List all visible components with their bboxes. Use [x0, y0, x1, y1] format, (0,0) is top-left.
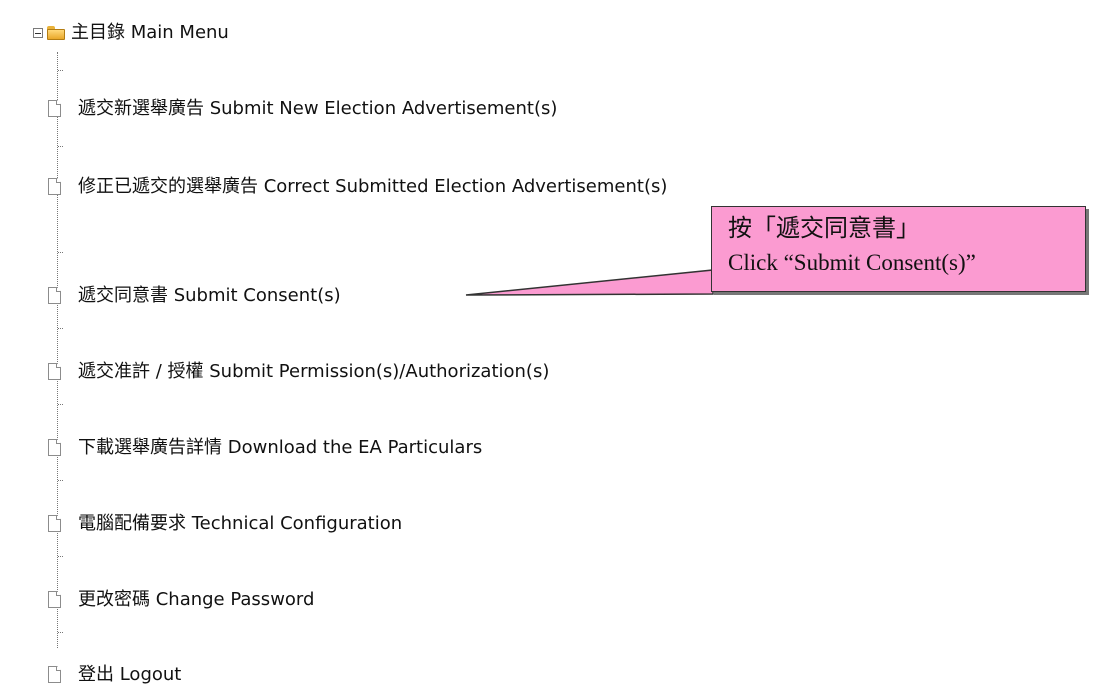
callout-text-english: Click “Submit Consent(s)”: [728, 250, 976, 275]
callout-join: [712, 271, 715, 291]
callout-text-chinese: 按「遞交同意書」: [728, 214, 920, 242]
callout-pointer-cover: [712, 271, 715, 291]
